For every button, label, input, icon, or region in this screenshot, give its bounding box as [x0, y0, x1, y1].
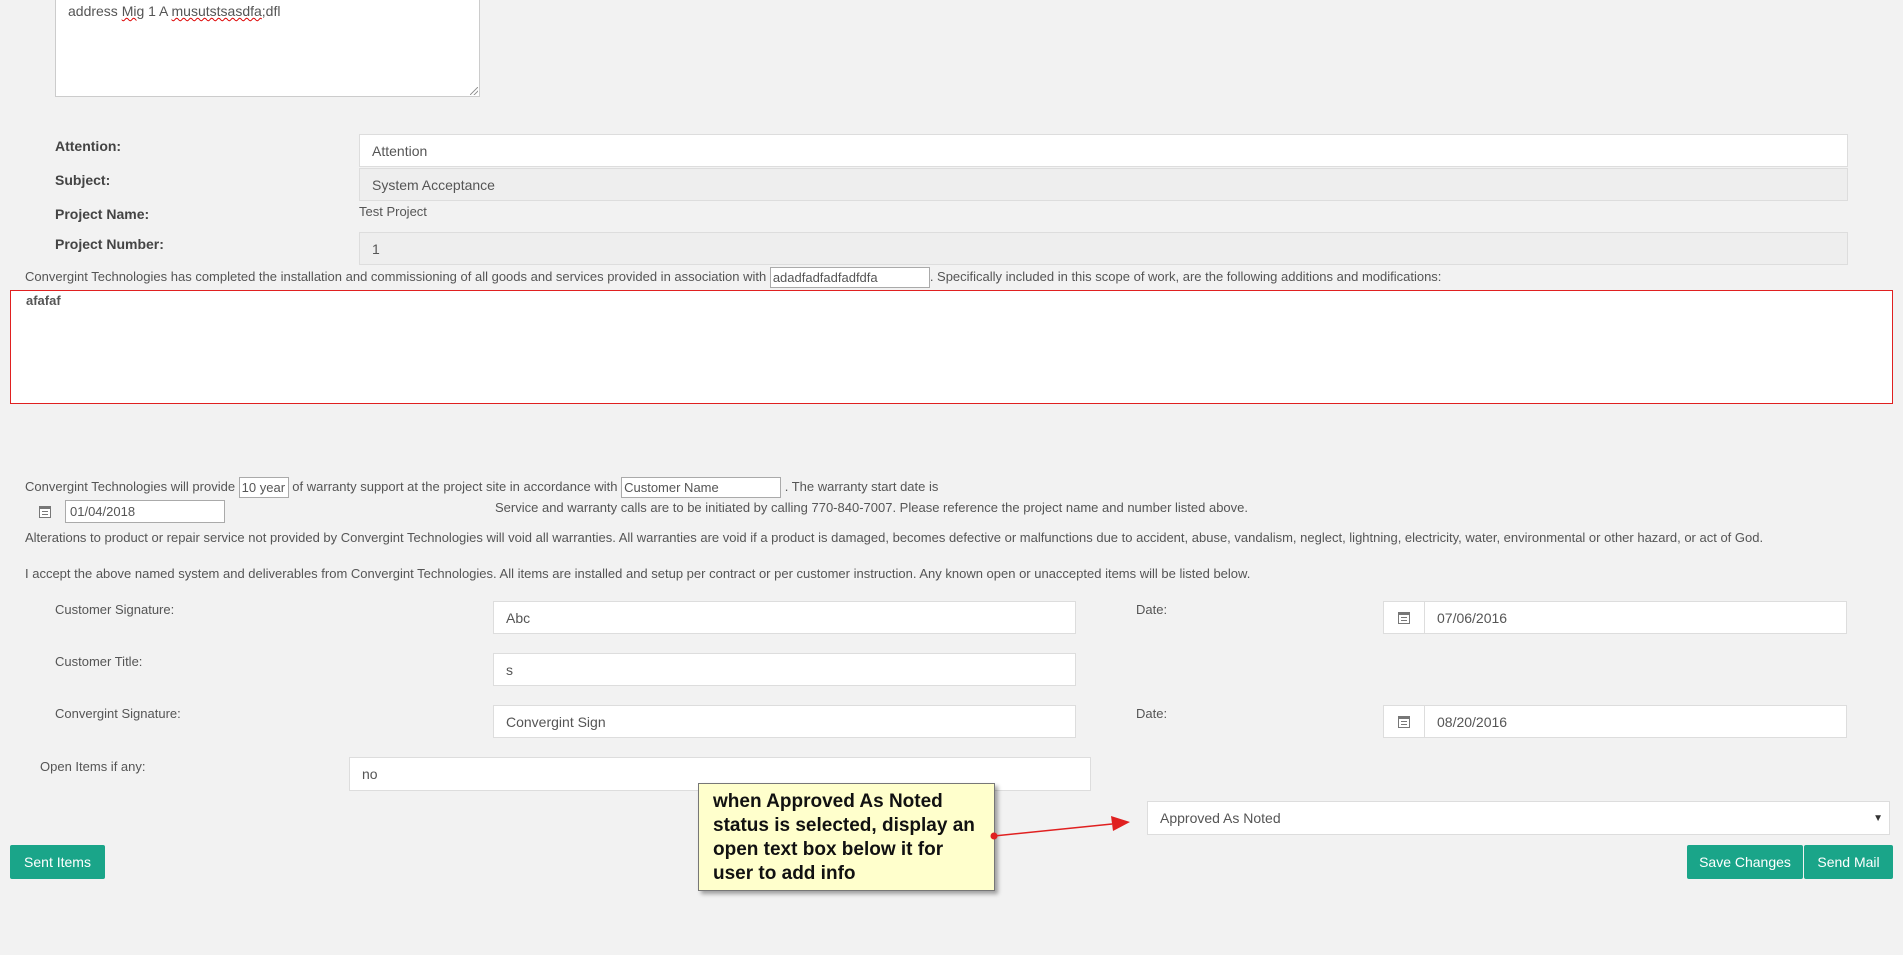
annotation-arrow — [990, 816, 1130, 840]
annotation-arrow-dot — [990, 832, 998, 840]
annotation-arrow-head — [1111, 816, 1130, 831]
annotation-arrow-line — [993, 823, 1113, 837]
